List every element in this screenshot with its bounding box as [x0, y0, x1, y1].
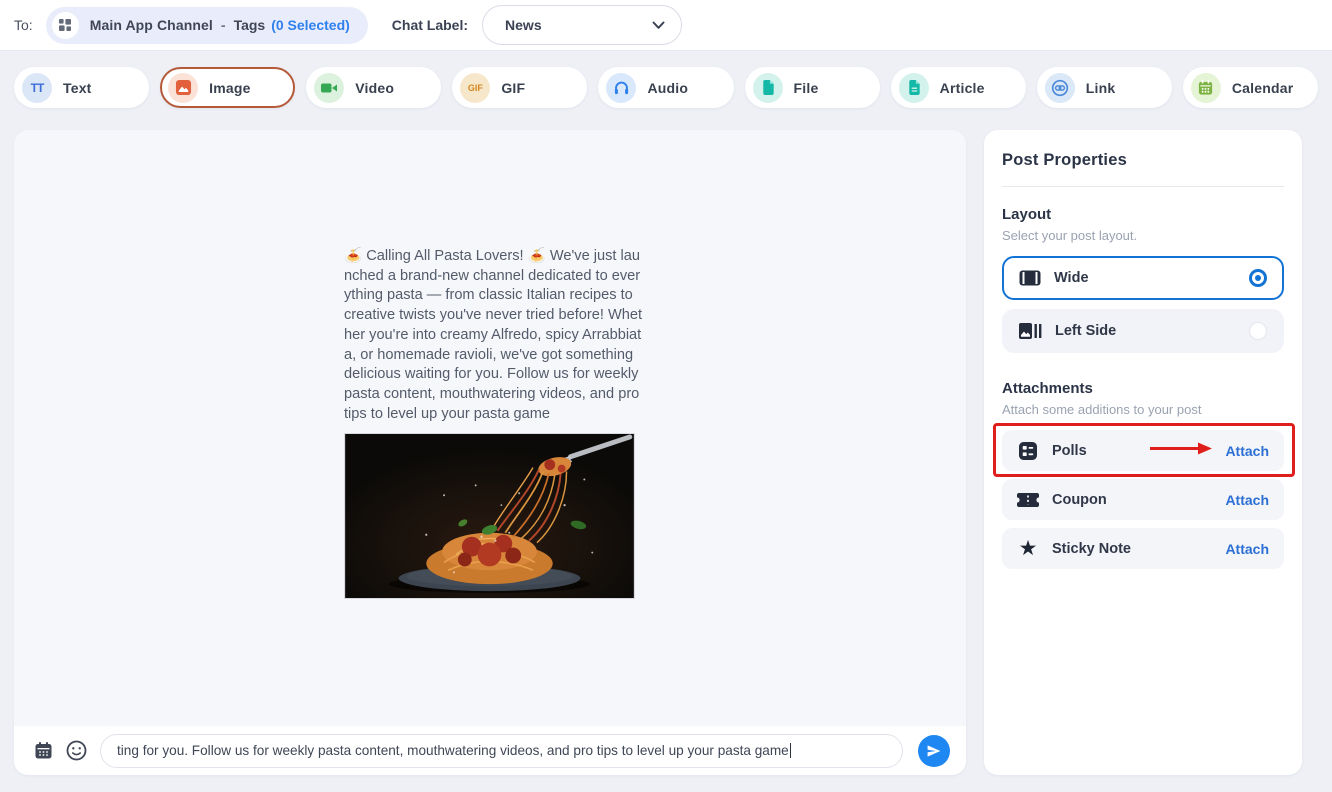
tags-count: (0 Selected): [271, 17, 350, 33]
content-type-tabbar: TT Text Image Video GIF GIF Audio: [14, 67, 1318, 108]
send-button[interactable]: [918, 735, 950, 767]
layout-section-subtitle: Select your post layout.: [1002, 228, 1284, 243]
calendar-icon: [1191, 73, 1221, 103]
tags-label: Tags: [234, 17, 266, 33]
tab-image[interactable]: Image: [160, 67, 295, 108]
text-icon: TT: [22, 73, 52, 103]
tab-audio[interactable]: Audio: [598, 67, 733, 108]
tab-link[interactable]: Link: [1037, 67, 1172, 108]
chevron-down-icon: [652, 21, 665, 30]
wide-layout-icon: [1019, 270, 1041, 286]
left-side-layout-icon: [1019, 323, 1042, 339]
layout-section-title: Layout: [1002, 206, 1284, 223]
radio-selected-icon[interactable]: [1249, 269, 1267, 287]
tab-gif[interactable]: GIF GIF: [452, 67, 587, 108]
layout-option-left-side[interactable]: Left Side: [1002, 309, 1284, 353]
article-icon: [899, 73, 929, 103]
emoji-icon[interactable]: [63, 738, 89, 764]
chat-label-select[interactable]: News: [482, 5, 682, 45]
tab-calendar[interactable]: Calendar: [1183, 67, 1318, 108]
message-input[interactable]: ting for you. Follow us for weekly pasta…: [100, 734, 903, 768]
gif-icon: GIF: [460, 73, 490, 103]
video-icon: [314, 73, 344, 103]
attachment-row-coupon: Coupon Attach: [1002, 479, 1284, 520]
attachments-section-title: Attachments: [1002, 380, 1284, 397]
panel-title: Post Properties: [1002, 151, 1284, 170]
audio-icon: [606, 73, 636, 103]
post-image: [344, 433, 635, 599]
tab-video[interactable]: Video: [306, 67, 441, 108]
composer-bar: ting for you. Follow us for weekly pasta…: [14, 726, 966, 775]
sticky-note-attach-link[interactable]: Attach: [1225, 541, 1269, 557]
image-icon: [168, 73, 198, 103]
tutorial-arrow-icon: [1148, 441, 1214, 460]
file-icon: [753, 73, 783, 103]
post-properties-panel: Post Properties Layout Select your post …: [984, 130, 1302, 775]
to-label: To:: [14, 17, 33, 33]
post-preview-text: 🍝 Calling All Pasta Lovers! 🍝 We've just…: [344, 247, 644, 424]
channel-grid-icon: [52, 12, 79, 39]
link-icon: [1045, 73, 1075, 103]
chat-label-title: Chat Label:: [392, 17, 468, 33]
radio-unselected-icon[interactable]: [1249, 322, 1267, 340]
attachment-row-polls: Polls Attach: [1002, 430, 1284, 471]
divider: [1002, 186, 1284, 187]
polls-attach-link[interactable]: Attach: [1225, 443, 1269, 459]
coupon-icon: [1017, 492, 1039, 508]
app-screen: To: Main App Channel - Tags (0 Selected)…: [0, 0, 1332, 792]
text-caret: [790, 743, 792, 758]
attachments-section-subtitle: Attach some additions to your post: [1002, 402, 1284, 417]
chat-label-value: News: [505, 17, 652, 33]
coupon-attach-link[interactable]: Attach: [1225, 492, 1269, 508]
message-input-value: ting for you. Follow us for weekly pasta…: [117, 743, 789, 758]
channel-selector[interactable]: Main App Channel - Tags (0 Selected): [46, 7, 368, 44]
post-preview-card: 🍝 Calling All Pasta Lovers! 🍝 We've just…: [14, 130, 966, 775]
attachment-row-sticky-note: ★ Sticky Note Attach: [1002, 528, 1284, 569]
topbar: To: Main App Channel - Tags (0 Selected)…: [0, 0, 1332, 51]
tab-text[interactable]: TT Text: [14, 67, 149, 108]
sticky-note-star-icon: ★: [1017, 538, 1039, 559]
tab-file[interactable]: File: [745, 67, 880, 108]
channel-separator: -: [221, 17, 226, 33]
schedule-calendar-icon[interactable]: [30, 738, 56, 764]
channel-name: Main App Channel: [90, 17, 213, 33]
layout-option-wide[interactable]: Wide: [1002, 256, 1284, 300]
polls-icon: [1017, 441, 1039, 461]
tab-article[interactable]: Article: [891, 67, 1026, 108]
